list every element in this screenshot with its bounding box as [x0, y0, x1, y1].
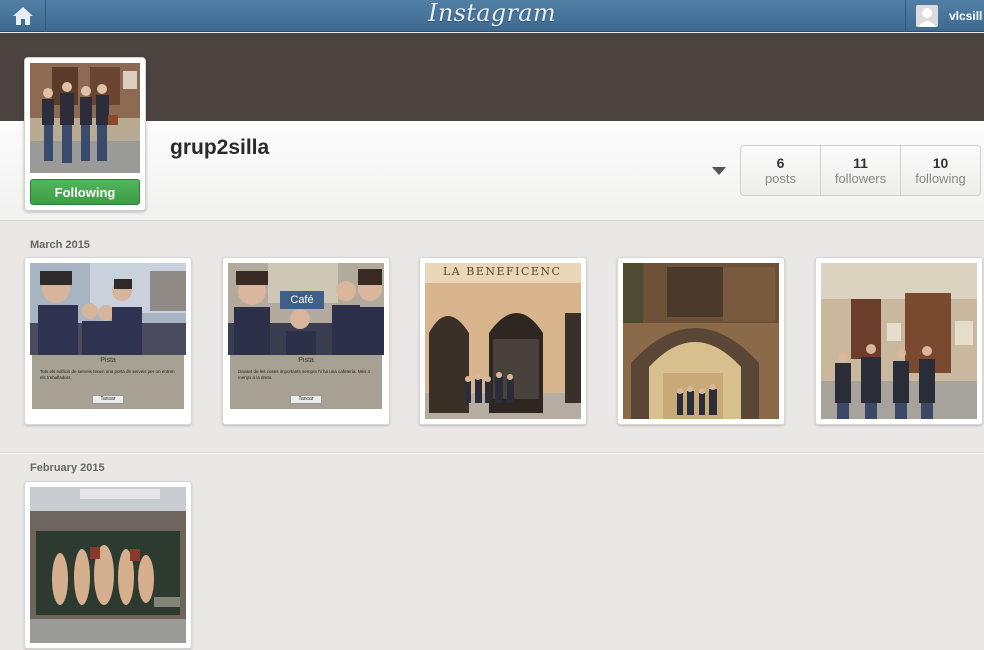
- profile-avatar-card: Following: [24, 57, 146, 211]
- hint-close-button: Tancar: [290, 395, 322, 404]
- cafe-sign: Café: [280, 291, 324, 309]
- photo-thumbnail[interactable]: Café Pista Davant de les coses important…: [222, 257, 390, 425]
- hint-title: Pista: [298, 357, 314, 364]
- profile-stats: 6 posts 11 followers 10 following: [740, 145, 981, 196]
- section-label-february: February 2015: [30, 462, 105, 474]
- photo-image: Pista Tots els edificis de serveis tenen…: [30, 263, 186, 419]
- profile-username: grup2silla: [170, 136, 270, 159]
- photo-image: [623, 263, 779, 419]
- home-icon: [12, 7, 33, 25]
- stat-following-label: following: [915, 171, 966, 186]
- stat-posts-count: 6: [776, 155, 785, 171]
- stat-posts[interactable]: 6 posts: [741, 146, 821, 195]
- top-bar: Instagram vlcsill: [0, 0, 984, 32]
- hint-popup: Pista Davant de les coses importants sem…: [230, 355, 382, 409]
- facade-sign: LA BENEFICENC: [443, 265, 562, 278]
- photo-thumbnail[interactable]: [617, 257, 785, 425]
- cover-banner: [0, 33, 984, 121]
- photo-image: [30, 487, 186, 643]
- stat-posts-label: posts: [764, 171, 797, 186]
- hint-close-button: Tancar: [92, 395, 124, 404]
- stat-followers[interactable]: 11 followers: [821, 146, 901, 195]
- user-menu[interactable]: vlcsill: [905, 0, 984, 32]
- photo-thumbnail[interactable]: [24, 481, 192, 649]
- hint-title: Pista: [100, 357, 116, 364]
- user-name: vlcsill: [949, 9, 983, 23]
- home-button[interactable]: [0, 0, 46, 32]
- hint-text: Tots els edificis de serveis tenen una p…: [40, 369, 175, 380]
- profile-photo[interactable]: [30, 63, 140, 173]
- photo-image: LA BENEFICENC: [425, 263, 581, 419]
- stat-following-count: 10: [932, 155, 949, 171]
- hint-popup: Pista Tots els edificis de serveis tenen…: [32, 355, 184, 409]
- photo-thumbnail[interactable]: Pista Tots els edificis de serveis tenen…: [24, 257, 192, 425]
- stat-following[interactable]: 10 following: [901, 146, 980, 195]
- stat-followers-count: 11: [853, 155, 868, 171]
- stat-followers-label: followers: [834, 171, 887, 186]
- photo-thumbnail[interactable]: [815, 257, 983, 425]
- photo-image: [821, 263, 977, 419]
- section-divider-highlight: [0, 453, 984, 454]
- hint-text: Davant de les coses importants sempre hi…: [238, 369, 371, 380]
- user-avatar-icon: [916, 5, 938, 27]
- section-label-march: March 2015: [30, 239, 90, 251]
- photo-thumbnail[interactable]: LA BENEFICENC: [419, 257, 587, 425]
- instagram-logo[interactable]: Instagram: [0, 0, 984, 32]
- following-button[interactable]: Following: [30, 179, 140, 205]
- options-dropdown-icon[interactable]: [712, 167, 726, 175]
- photo-image: Café Pista Davant de les coses important…: [228, 263, 384, 419]
